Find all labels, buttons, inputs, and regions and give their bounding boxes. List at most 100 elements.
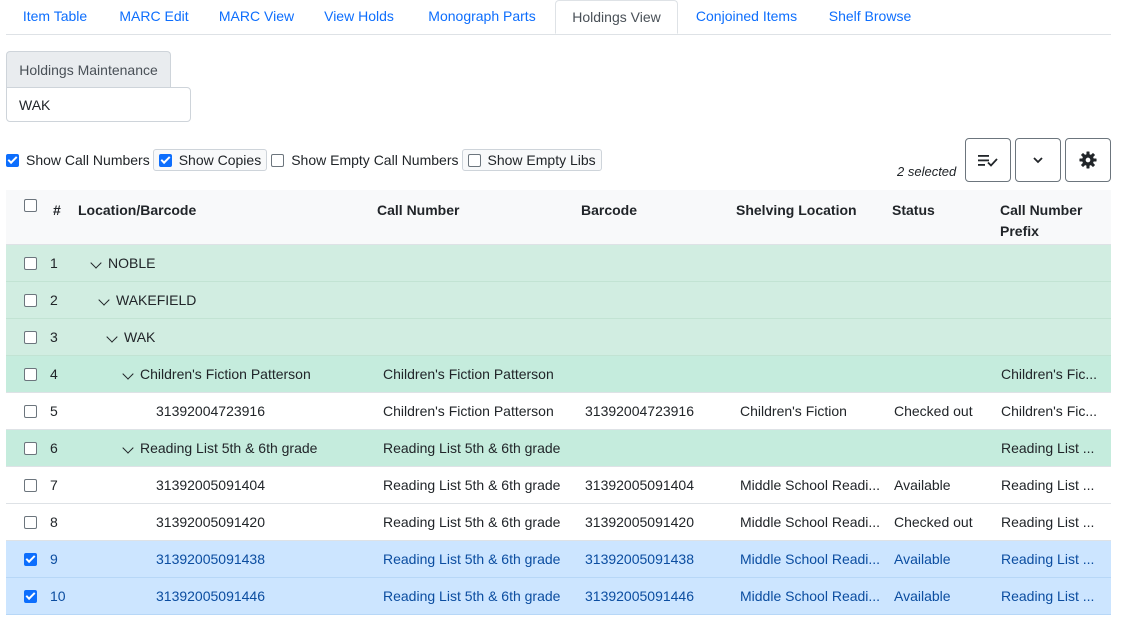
header-status[interactable]: Status [892,200,935,221]
location-cell: 31392005091420 [156,504,265,540]
location-cell: 31392004723916 [156,393,265,429]
header-callnumber[interactable]: Call Number [377,200,459,221]
prefix-cell: Reading List ... [1001,551,1095,567]
gear-icon [1079,151,1097,169]
show-empty-call-numbers-option[interactable]: Show Empty Call Numbers [271,149,459,171]
row-checkbox[interactable] [24,553,37,566]
chevron-down-icon[interactable] [90,257,102,269]
prefix-cell: Children's Fic... [1001,403,1098,419]
tab-conjoined-items[interactable]: Conjoined Items [678,0,815,33]
column-sort-icon [978,155,998,167]
show-empty-libs-checkbox[interactable] [467,153,481,167]
row-checkbox[interactable] [24,590,37,603]
shelving-cell: Middle School Readi... [740,477,881,493]
row-checkbox[interactable] [24,442,37,455]
status-cell: Checked out [894,514,973,530]
grid-settings-button[interactable] [1065,138,1111,182]
show-empty-call-numbers-checkbox[interactable] [271,153,285,167]
tab-marc-edit[interactable]: MARC Edit [104,0,204,33]
actions-dropdown-button[interactable] [1015,138,1061,182]
location-cell: WAK [106,319,155,355]
row-checkbox[interactable] [24,294,37,307]
row-checkbox[interactable] [24,257,37,270]
chevron-down-icon[interactable] [106,331,118,343]
row-checkbox[interactable] [24,405,37,418]
table-row[interactable]: 3 WAK [6,319,1111,356]
header-location[interactable]: Location/Barcode [78,200,196,221]
location-cell: WAKEFIELD [98,282,196,318]
chevron-down-icon[interactable] [98,294,110,306]
header-prefix[interactable]: Call Number Prefix [1000,200,1100,242]
row-checkbox[interactable] [24,516,37,529]
show-copies-label: Show Copies [178,152,262,168]
table-row[interactable]: 8 31392005091420 Reading List 5th & 6th gr… [6,504,1111,541]
table-row[interactable]: 7 31392005091404 Reading List 5th & 6th gr… [6,467,1111,504]
status-cell: Checked out [894,403,973,419]
column-sort-button[interactable] [965,138,1011,182]
show-call-numbers-checkbox[interactable] [6,153,19,167]
location-label: Children's Fiction Patterson [140,366,311,382]
select-all-checkbox[interactable] [24,199,37,212]
shelving-cell: Children's Fiction [740,403,847,419]
location-label: NOBLE [108,255,156,271]
tab-shelf-browse[interactable]: Shelf Browse [815,0,925,33]
header-num: # [53,202,61,218]
tab-marc-view[interactable]: MARC View [204,0,309,33]
chevron-down-icon[interactable] [122,442,134,454]
location-label: 31392005091446 [156,588,266,604]
header-barcode[interactable]: Barcode [581,200,637,221]
record-tabs: Item Table MARC Edit MARC View View Hold… [6,0,1111,35]
shelving-cell: Middle School Readi... [740,588,881,604]
prefix-cell: Reading List ... [1001,588,1095,604]
chevron-down-icon[interactable] [122,368,134,380]
header-shelving[interactable]: Shelving Location [736,200,857,221]
status-cell: Available [894,588,951,604]
location-cell: Reading List 5th & 6th grade [122,430,317,466]
selected-count: 2 selected [897,164,957,179]
barcode-cell: 31392004723916 [585,403,695,419]
show-empty-libs-option[interactable]: Show Empty Libs [461,149,602,171]
location-cell: Children's Fiction Patterson [122,356,311,392]
table-row[interactable]: 9 31392005091438 Reading List 5th & 6th gr… [6,541,1111,578]
show-call-numbers-option[interactable]: Show Call Numbers [6,149,150,171]
tab-view-holds[interactable]: View Holds [309,0,409,33]
callnumber-cell: Reading List 5th & 6th grade [383,551,561,567]
show-copies-checkbox[interactable] [158,153,172,167]
row-number: 7 [50,477,58,493]
holdings-grid: # Location/Barcode Call Number Barcode S… [6,190,1111,615]
row-number: 10 [50,588,66,604]
table-row[interactable]: 10 31392005091446 Reading List 5th & 6th g… [6,578,1111,615]
show-empty-call-numbers-label: Show Empty Call Numbers [291,152,459,168]
tab-monograph-parts[interactable]: Monograph Parts [409,0,555,33]
row-checkbox[interactable] [24,331,37,344]
location-label: 31392005091420 [156,514,266,530]
callnumber-cell: Reading List 5th & 6th grade [383,477,561,493]
barcode-cell: 31392005091446 [585,588,695,604]
table-row[interactable]: 1 NOBLE [6,245,1111,282]
table-row[interactable]: 5 31392004723916 Children's Fiction Patter… [6,393,1111,430]
prefix-cell: Reading List ... [1001,440,1095,456]
table-row[interactable]: 2 WAKEFIELD [6,282,1111,319]
row-number: 8 [50,514,58,530]
prefix-cell: Children's Fic... [1001,366,1098,382]
show-copies-option[interactable]: Show Copies [152,149,268,171]
location-label: WAK [124,329,156,345]
barcode-cell: 31392005091404 [585,477,695,493]
location-cell: 31392005091446 [156,578,265,614]
table-row[interactable]: 4 Children's Fiction Patterson Children's … [6,356,1111,393]
row-number: 6 [50,440,58,456]
tab-holdings-view[interactable]: Holdings View [555,0,678,34]
row-checkbox[interactable] [24,479,37,492]
show-call-numbers-label: Show Call Numbers [26,152,150,168]
library-selector-input[interactable] [6,87,191,122]
chevron-down-icon [1033,157,1043,164]
table-row[interactable]: 6 Reading List 5th & 6th grade Reading Lis… [6,430,1111,467]
location-label: 31392005091404 [156,477,266,493]
tab-item-table[interactable]: Item Table [6,0,104,33]
row-checkbox[interactable] [24,368,37,381]
holdings-maintenance-button[interactable]: Holdings Maintenance [6,51,171,87]
barcode-cell: 31392005091438 [585,551,695,567]
callnumber-cell: Reading List 5th & 6th grade [383,440,561,456]
row-number: 5 [50,403,58,419]
callnumber-cell: Children's Fiction Patterson [383,366,554,382]
